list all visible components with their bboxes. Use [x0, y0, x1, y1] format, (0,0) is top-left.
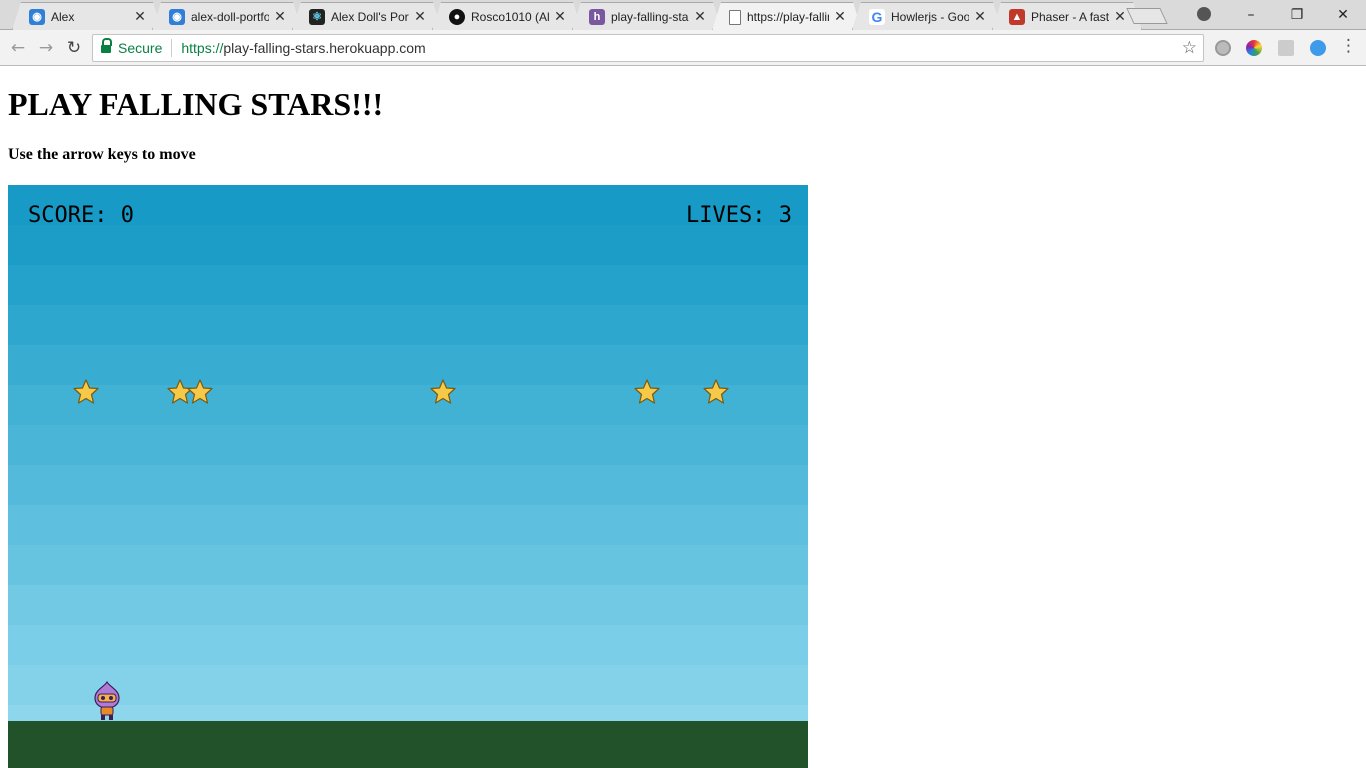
tab-alex[interactable]: ◉ Alex ✕	[12, 2, 162, 30]
page-title: PLAY FALLING STARS!!!	[8, 86, 384, 122]
tab-strip: ◉ Alex ✕ ◉ alex-doll-portfolio ✕ ⚛ Alex …	[0, 0, 1366, 31]
google-icon: G	[869, 8, 885, 25]
tab-close-icon[interactable]: ✕	[833, 9, 847, 25]
url-scheme: https://	[181, 40, 224, 56]
github-icon: ●	[449, 8, 465, 25]
tab-play-falling-stars[interactable]: https://play-falling-stars ✕	[712, 2, 862, 31]
star-icon	[634, 379, 660, 404]
profile-icon[interactable]	[1197, 7, 1211, 21]
lives-label: LIVES: 3	[686, 203, 792, 228]
tab-title: Phaser - A fast	[1031, 9, 1109, 24]
phaser-icon: ▲	[1009, 8, 1025, 25]
bookmark-star-icon[interactable]: ☆	[1182, 38, 1197, 58]
tab-phaser[interactable]: ▲ Phaser - A fast ✕	[992, 2, 1142, 30]
score-label: SCORE: 0	[28, 203, 134, 228]
new-tab-button[interactable]	[1126, 8, 1168, 24]
tab-close-icon[interactable]: ✕	[413, 9, 427, 25]
minimize-button[interactable]: –	[1228, 0, 1274, 30]
tab-close-icon[interactable]: ✕	[553, 9, 567, 25]
tab-close-icon[interactable]: ✕	[693, 9, 707, 25]
tab-heroku[interactable]: h play-falling-stars ✕	[572, 2, 722, 30]
maximize-button[interactable]: ❐	[1274, 0, 1320, 30]
back-button[interactable]: ←	[6, 36, 30, 60]
tab-howlerjs[interactable]: G Howlerjs - Google ✕	[852, 2, 1002, 30]
game-canvas[interactable]: SCORE: 0 LIVES: 3	[8, 185, 808, 768]
react-icon: ⚛	[309, 8, 325, 25]
tab-title: play-falling-stars	[611, 9, 689, 24]
tab-close-icon[interactable]: ✕	[273, 9, 287, 25]
instructions-text: Use the arrow keys to move	[8, 146, 196, 163]
tab-title: Alex Doll's Portfolio	[331, 9, 409, 24]
divider	[171, 39, 173, 57]
url-host: play-falling-stars.herokuapp.com	[223, 40, 426, 56]
tab-alex-doll-portfolio-site[interactable]: ⚛ Alex Doll's Portfolio ✕	[292, 2, 442, 30]
tab-close-icon[interactable]: ✕	[1113, 9, 1127, 25]
extension-icon[interactable]	[1215, 40, 1231, 56]
tab-title: alex-doll-portfolio	[191, 9, 269, 24]
tab-close-icon[interactable]: ✕	[973, 9, 987, 25]
url-text[interactable]: https://play-falling-stars.herokuapp.com	[181, 40, 1203, 56]
star-icon	[430, 379, 456, 404]
eye-icon: ◉	[169, 8, 185, 25]
tab-title: https://play-falling-stars	[747, 10, 829, 24]
forward-button[interactable]: →	[34, 36, 58, 60]
star-icon	[187, 379, 213, 404]
color-wheel-extension-icon[interactable]	[1246, 40, 1262, 56]
document-icon	[729, 9, 741, 25]
tab-github[interactable]: ● Rosco1010 (Alex ✕	[432, 2, 582, 30]
extension-icon[interactable]	[1278, 40, 1294, 56]
reload-button[interactable]: ↻	[62, 36, 86, 60]
star-icon	[73, 379, 99, 404]
tab-alex-doll-portfolio[interactable]: ◉ alex-doll-portfolio ✕	[152, 2, 302, 30]
heroku-icon: h	[589, 8, 605, 25]
menu-icon[interactable]: ⋮	[1340, 36, 1357, 56]
lock-icon	[101, 37, 112, 54]
tab-title: Howlerjs - Google	[891, 9, 969, 24]
player-character	[94, 681, 120, 720]
tab-close-icon[interactable]: ✕	[133, 9, 147, 25]
cloud-extension-icon[interactable]	[1310, 40, 1326, 56]
address-bar[interactable]: Secure https://play-falling-stars.heroku…	[92, 34, 1204, 62]
close-window-button[interactable]: ✕	[1320, 0, 1366, 30]
star-icon	[703, 379, 729, 404]
browser-toolbar: ← → ↻ Secure https://play-falling-stars.…	[0, 30, 1366, 66]
tab-title: Alex	[51, 9, 75, 24]
secure-label: Secure	[118, 40, 163, 56]
eye-icon: ◉	[29, 8, 45, 25]
tab-title: Rosco1010 (Alex	[471, 9, 549, 24]
